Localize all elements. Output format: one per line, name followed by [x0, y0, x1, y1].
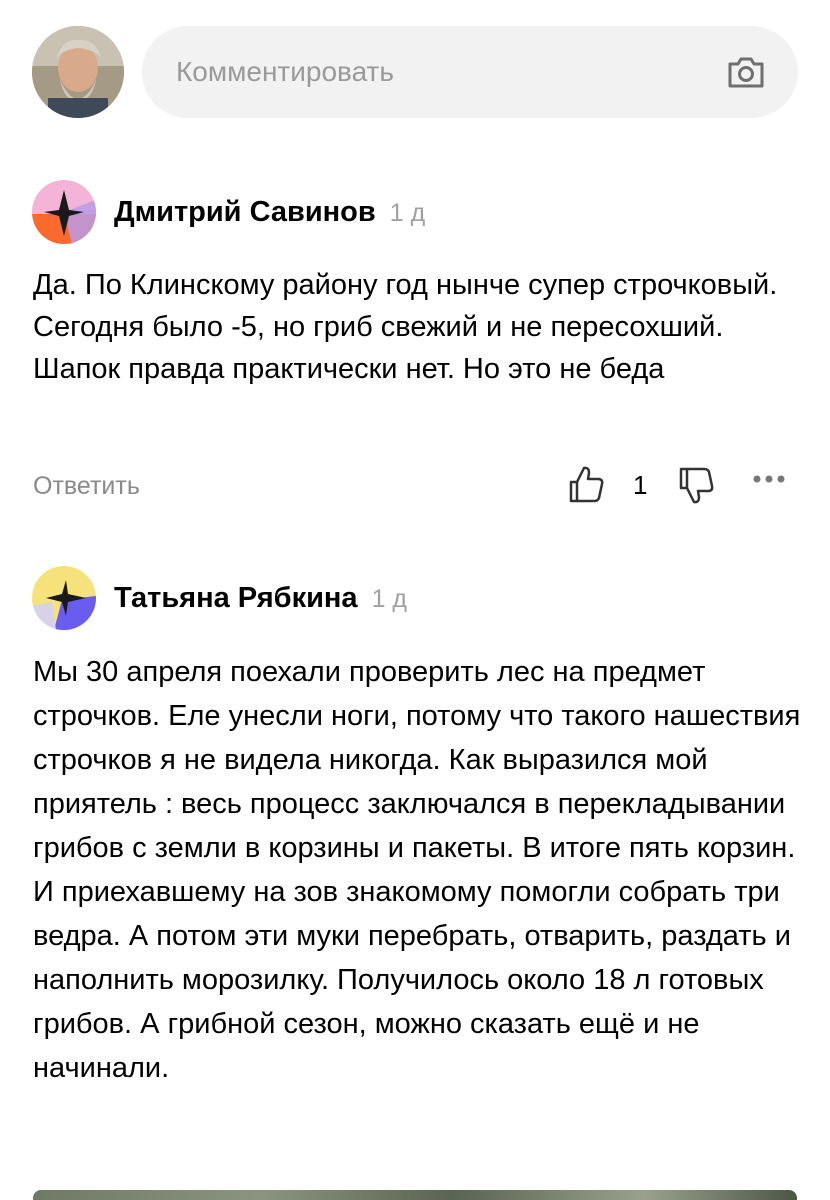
author-avatar[interactable]	[32, 180, 96, 244]
author-name: Дмитрий Савинов	[114, 196, 376, 228]
comment-text: Да. По Клинскому району год нынче супер …	[33, 269, 778, 385]
comment-composer: Комментировать	[0, 0, 830, 140]
comment-author[interactable]: Дмитрий Савинов 1 д	[114, 196, 425, 229]
reply-button[interactable]: Ответить	[33, 472, 140, 501]
comment-input-placeholder: Комментировать	[176, 56, 394, 87]
comment-time: 1 д	[371, 585, 407, 613]
comment-time: 1 д	[389, 199, 426, 227]
comment-input[interactable]: Комментировать	[142, 26, 798, 118]
camera-icon[interactable]	[724, 50, 768, 94]
thumbs-up-icon[interactable]	[567, 464, 605, 504]
current-user-avatar[interactable]	[32, 26, 124, 118]
author-avatar[interactable]	[32, 566, 96, 630]
like-count: 1	[633, 470, 648, 500]
comment-item: Дмитрий Савинов 1 д Да. По Клинскому райо…	[0, 180, 830, 520]
comment-author[interactable]: Татьяна Рябкина 1 д	[114, 582, 407, 615]
attached-photo-preview[interactable]	[33, 1190, 797, 1200]
current-user-photo	[32, 26, 124, 118]
comment-item: Татьяна Рябкина 1 д Мы 30 апреля поехали …	[0, 566, 830, 1186]
author-name: Татьяна Рябкина	[114, 582, 358, 614]
more-dots-icon[interactable]	[747, 464, 791, 494]
thumbs-down-icon[interactable]	[677, 466, 715, 506]
comment-text: Мы 30 апреля поехали проверить лес на пр…	[33, 656, 801, 1084]
comment-actions: Ответить 1	[33, 464, 803, 508]
